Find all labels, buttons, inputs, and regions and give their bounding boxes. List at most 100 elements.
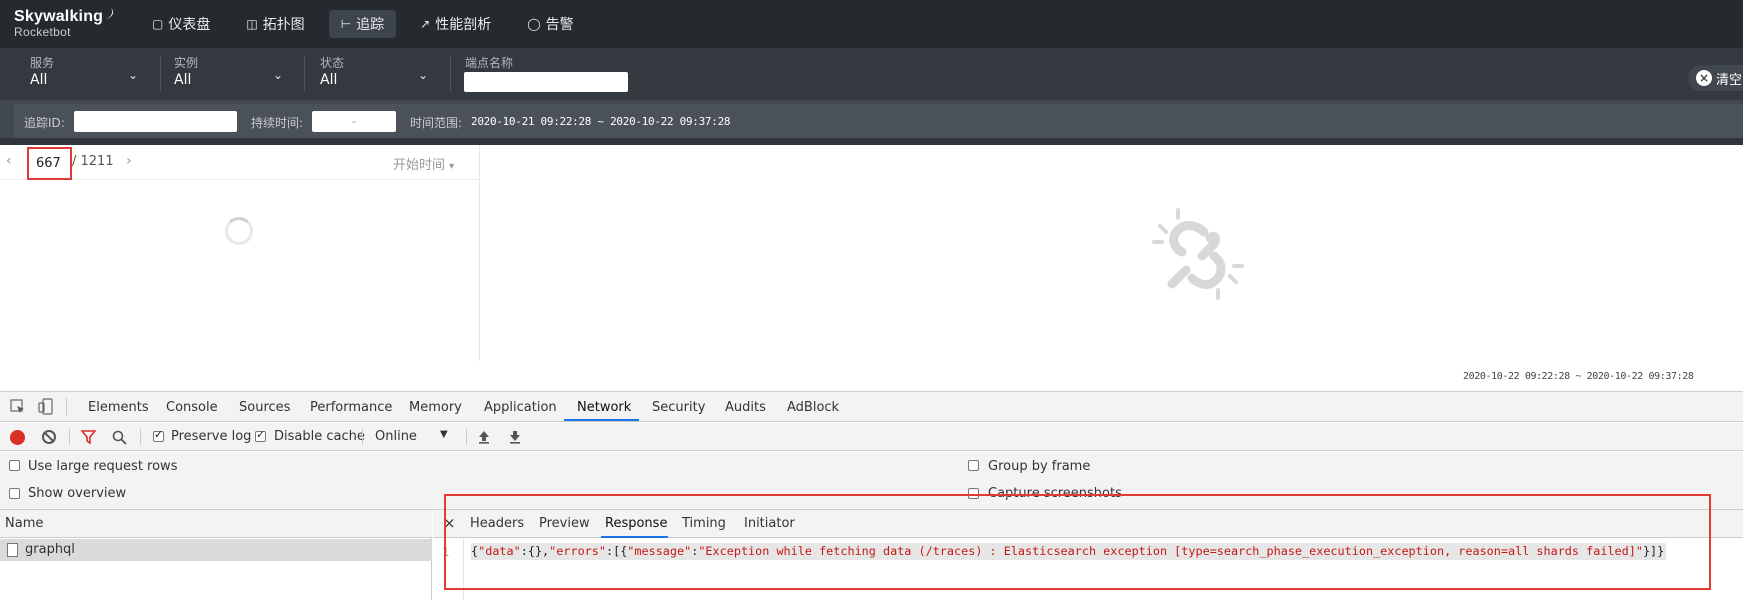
profile-icon: ↗: [420, 17, 431, 31]
trace-id-label: 追踪ID:: [24, 116, 65, 130]
throttle-select[interactable]: Online: [375, 429, 417, 444]
clear-button[interactable]: × 清空: [1688, 65, 1743, 91]
tab-console[interactable]: Console: [166, 400, 218, 415]
tab-sources[interactable]: Sources: [239, 400, 290, 415]
tab-elements[interactable]: Elements: [88, 400, 149, 415]
endpoint-label: 端点名称: [465, 56, 514, 70]
nav-label: 拓扑图: [262, 17, 305, 33]
json-punct: :{},: [520, 544, 550, 558]
alarm-icon: ◯: [527, 17, 541, 31]
disable-cache-label: Disable cache: [274, 429, 365, 444]
broken-link-icon: [1152, 208, 1244, 300]
chevron-down-icon: ⌄: [128, 68, 139, 82]
nav-item-trace[interactable]: ⊢ 追踪: [328, 10, 397, 38]
large-rows-label: Use large request rows: [28, 459, 178, 474]
sort-select[interactable]: 开始时间 ▾: [393, 154, 454, 173]
instance-label: 实例: [174, 56, 199, 70]
preserve-log-checkbox[interactable]: [153, 428, 164, 442]
service-select[interactable]: 服务 All ⌄: [30, 54, 142, 94]
chevron-down-icon: ⌄: [273, 68, 284, 82]
chevron-left-icon[interactable]: ‹: [6, 153, 12, 169]
divider: [66, 398, 67, 416]
divider: [466, 429, 467, 445]
topology-icon: ◫: [246, 17, 258, 31]
chevron-down-icon: ⌄: [418, 68, 429, 82]
tab-performance[interactable]: Performance: [310, 400, 392, 415]
filter-icon[interactable]: [81, 430, 96, 445]
record-icon[interactable]: [10, 430, 25, 445]
close-icon: ×: [1696, 70, 1712, 86]
json-punct: :[{: [605, 544, 628, 558]
header-bottom-strip: [0, 138, 1743, 145]
footer-time-range: 2020-10-22 09:22:28 ~ 2020-10-22 09:37:2…: [1463, 371, 1694, 382]
logo[interactable]: Skywalking Rocketbot: [14, 8, 116, 39]
json-key: "data": [478, 544, 521, 558]
clear-log-icon[interactable]: [42, 430, 56, 444]
tab-initiator[interactable]: Initiator: [744, 516, 795, 531]
duration-input[interactable]: -: [312, 111, 396, 132]
tab-headers[interactable]: Headers: [470, 516, 524, 531]
main-nav: ▢ 仪表盘 ◫ 拓扑图 ⊢ 追踪 ↗ 性能剖析 ◯ 告警: [140, 10, 598, 38]
nav-item-dashboard[interactable]: ▢ 仪表盘: [140, 10, 222, 38]
page-total: / 1211: [72, 154, 114, 169]
device-toolbar-icon[interactable]: [38, 398, 54, 415]
line-number: 1: [442, 545, 450, 559]
instance-select[interactable]: 实例 All ⌄: [174, 54, 286, 94]
service-label: 服务: [30, 56, 55, 70]
service-value: All: [30, 72, 48, 88]
json-punct: }]}: [1642, 544, 1665, 558]
sort-label: 开始时间: [393, 158, 446, 173]
tab-timing[interactable]: Timing: [682, 516, 726, 531]
chevron-right-icon[interactable]: ›: [126, 153, 132, 169]
endpoint-input[interactable]: [464, 72, 628, 92]
caret-down-icon[interactable]: ▼: [440, 429, 448, 440]
page-current-input[interactable]: 667: [27, 147, 72, 180]
nav-item-alarm[interactable]: ◯ 告警: [515, 10, 585, 38]
tab-application[interactable]: Application: [484, 400, 557, 415]
nav-label: 性能剖析: [435, 17, 492, 33]
download-icon[interactable]: [508, 430, 522, 444]
tab-memory[interactable]: Memory: [409, 400, 462, 415]
file-icon: [7, 543, 18, 557]
tab-network[interactable]: Network: [577, 400, 631, 415]
code-gutter: [463, 539, 464, 600]
request-row[interactable]: graphql: [0, 539, 432, 561]
logo-subtitle: Rocketbot: [14, 25, 71, 39]
divider: [160, 56, 161, 92]
group-by-frame-checkbox[interactable]: [968, 460, 979, 471]
nav-item-topology[interactable]: ◫ 拓扑图: [234, 10, 316, 38]
time-range-value[interactable]: 2020-10-21 09:22:28 ~ 2020-10-22 09:37:2…: [471, 115, 731, 128]
status-select[interactable]: 状态 All ⌄: [320, 54, 432, 94]
trace-icon: ⊢: [340, 17, 352, 31]
capture-screenshots-label: Capture screenshots: [988, 486, 1122, 501]
tab-security[interactable]: Security: [652, 400, 705, 415]
response-body[interactable]: 1 {"data":{},"errors":[{"message":"Excep…: [433, 539, 1743, 600]
nav-label: 仪表盘: [168, 17, 211, 33]
logo-text: Skywalking: [14, 8, 104, 25]
response-line: {"data":{},"errors":[{"message":"Excepti…: [471, 543, 1667, 560]
tab-adblock[interactable]: AdBlock: [787, 400, 839, 415]
name-column-header[interactable]: Name: [0, 510, 432, 538]
tab-audits[interactable]: Audits: [725, 400, 766, 415]
capture-screenshots-checkbox[interactable]: [968, 488, 979, 499]
divider: [304, 56, 305, 92]
tab-response[interactable]: Response: [605, 516, 667, 531]
upload-icon[interactable]: [477, 430, 491, 444]
request-name: graphql: [25, 542, 75, 557]
inspect-element-icon[interactable]: [10, 399, 26, 415]
show-overview-label: Show overview: [28, 486, 127, 501]
trace-id-input[interactable]: [74, 111, 237, 132]
tab-preview[interactable]: Preview: [539, 516, 590, 531]
divider: [140, 429, 141, 445]
request-detail-tabs: × Headers Preview Response Timing Initia…: [433, 510, 1743, 538]
nav-label: 追踪: [356, 17, 385, 33]
loading-spinner-icon: [225, 217, 253, 245]
devtools-panel: Elements Console Sources Performance Mem…: [0, 391, 1743, 600]
disable-cache-checkbox[interactable]: [255, 428, 266, 442]
close-icon[interactable]: ×: [443, 514, 456, 532]
search-icon[interactable]: [112, 430, 127, 445]
large-rows-checkbox[interactable]: [9, 460, 20, 471]
show-overview-checkbox[interactable]: [9, 488, 20, 499]
nav-item-profile[interactable]: ↗ 性能剖析: [408, 10, 503, 38]
network-options: Use large request rows Show overview Gro…: [0, 452, 1743, 510]
